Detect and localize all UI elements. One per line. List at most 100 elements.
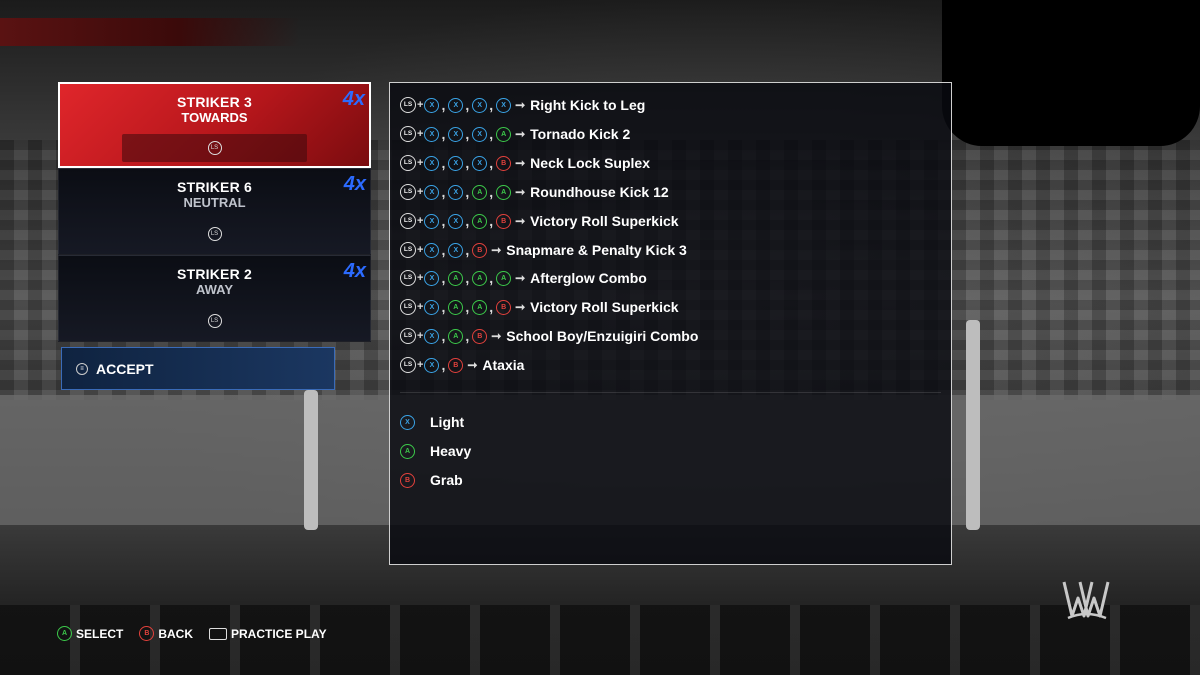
arrow-icon: ➞ (515, 185, 526, 199)
count-badge: 4x (342, 88, 365, 110)
left-stick-icon: LS (207, 314, 222, 328)
combo-row: LS + X, X, B ➞ Snapmare & Penalty Kick 3 (400, 239, 687, 261)
combo-name: School Boy/Enzuigiri Combo (506, 328, 699, 344)
x-button-icon: X (424, 270, 440, 286)
x-button-icon: X (424, 184, 440, 200)
plus-sign: + (417, 157, 424, 169)
legend-label: Grab (430, 472, 463, 488)
count-badge: 4x (343, 260, 366, 282)
a-button-icon: A (496, 126, 512, 142)
arrow-icon: ➞ (491, 243, 502, 257)
combo-name: Snapmare & Penalty Kick 3 (506, 242, 687, 258)
plus-sign: + (417, 330, 424, 342)
a-button-icon: A (472, 299, 488, 315)
move-title: STRIKER 3 (177, 94, 252, 110)
left-stick-icon: LS (400, 126, 416, 142)
arrow-icon: ➞ (491, 329, 502, 343)
move-list: STRIKER 3 TOWARDS 4x LS STRIKER 6 NEUTRAL 4x LS… (58, 82, 371, 342)
x-button-icon: X (448, 155, 464, 171)
b-button-icon: B (496, 155, 512, 171)
button-prompts: A SELECT B BACK PRACTICE PLAY (57, 626, 343, 641)
left-stick-icon: LS (207, 141, 222, 155)
move-direction: TOWARDS (181, 110, 248, 125)
x-button-icon: X (472, 97, 488, 113)
plus-sign: + (417, 272, 424, 284)
combo-row: LS + X, X, X, X ➞ Right Kick to Leg (400, 94, 645, 116)
legend-item: A Heavy (400, 443, 471, 459)
arrow-icon: ➞ (515, 214, 526, 228)
combo-panel: LS + X, X, X, X ➞ Right Kick to Leg LS + X, X, X, A ➞ T… (389, 82, 952, 565)
x-button-icon: X (424, 155, 440, 171)
move-direction: NEUTRAL (183, 195, 246, 210)
combo-row: LS + X, A, A, A ➞ Afterglow Combo (400, 267, 647, 289)
select-prompt[interactable]: A SELECT (57, 626, 123, 641)
legend-item: X Light (400, 414, 464, 430)
left-stick-icon: LS (400, 155, 416, 171)
move-card[interactable]: STRIKER 3 TOWARDS 4x LS (58, 82, 371, 168)
move-card[interactable]: STRIKER 6 NEUTRAL 4x LS (58, 168, 371, 255)
accept-button[interactable]: ≡ ACCEPT (61, 347, 335, 390)
move-card[interactable]: STRIKER 2 AWAY 4x LS (58, 255, 371, 342)
combo-name: Tornado Kick 2 (530, 126, 631, 142)
plus-sign: + (417, 244, 424, 256)
combo-name: Victory Roll Superkick (530, 299, 679, 315)
combo-name: Victory Roll Superkick (530, 213, 679, 229)
ring-post (304, 390, 318, 530)
a-button-icon: A (472, 213, 488, 229)
gamepad-icon (209, 627, 228, 640)
a-button-icon: A (472, 270, 488, 286)
x-button-icon: X (424, 242, 440, 258)
practice-play-prompt[interactable]: PRACTICE PLAY (209, 627, 327, 641)
b-button-icon: B (472, 328, 488, 344)
arrow-icon: ➞ (515, 127, 526, 141)
arrow-icon: ➞ (515, 300, 526, 314)
legend-label: Light (430, 414, 465, 430)
x-button-icon: X (424, 328, 440, 344)
x-button-icon: X (496, 97, 512, 113)
a-button-icon: A (400, 443, 415, 459)
arrow-icon: ➞ (515, 271, 526, 285)
a-button-icon: A (448, 328, 464, 344)
accept-label: ACCEPT (96, 360, 154, 377)
left-stick-icon: LS (400, 357, 416, 373)
left-stick-icon: LS (400, 97, 416, 113)
left-stick-icon: LS (400, 184, 416, 200)
back-label: BACK (158, 626, 194, 641)
b-button-icon: B (448, 357, 464, 373)
combo-row: LS + X, A, A, B ➞ Victory Roll Superkick (400, 296, 679, 318)
menu-button-icon: ≡ (76, 362, 88, 375)
combo-row: LS + X, A, B ➞ School Boy/Enzuigiri Combo (400, 325, 698, 347)
combo-name: Roundhouse Kick 12 (530, 184, 669, 200)
b-button-icon: B (496, 299, 512, 315)
combo-name: Ataxia (482, 357, 525, 373)
legend-item: B Grab (400, 472, 463, 488)
x-button-icon: X (400, 414, 415, 430)
x-button-icon: X (448, 213, 464, 229)
a-button-icon: A (57, 626, 72, 641)
move-direction: AWAY (195, 282, 234, 297)
back-prompt[interactable]: B BACK (139, 626, 193, 641)
redacted-area (942, 0, 1200, 146)
x-button-icon: X (424, 213, 440, 229)
plus-sign: + (417, 99, 424, 111)
count-badge: 4x (343, 173, 366, 195)
combo-name: Afterglow Combo (530, 270, 647, 286)
input-box: LS (122, 134, 307, 162)
left-stick-icon: LS (400, 328, 416, 344)
combo-row: LS + X, X, A, A ➞ Roundhouse Kick 12 (400, 181, 669, 203)
x-button-icon: X (448, 97, 464, 113)
b-button-icon: B (496, 213, 512, 229)
x-button-icon: X (448, 242, 464, 258)
wwe-logo (1062, 581, 1110, 620)
plus-sign: + (417, 186, 424, 198)
arrow-icon: ➞ (515, 156, 526, 170)
arrow-icon: ➞ (467, 358, 478, 372)
plus-sign: + (417, 301, 424, 313)
x-button-icon: X (448, 184, 464, 200)
x-button-icon: X (424, 97, 440, 113)
left-stick-icon: LS (400, 270, 416, 286)
b-button-icon: B (400, 472, 415, 488)
practice-play-label: PRACTICE PLAY (231, 626, 327, 641)
left-stick-icon: LS (400, 242, 416, 258)
x-button-icon: X (472, 155, 488, 171)
